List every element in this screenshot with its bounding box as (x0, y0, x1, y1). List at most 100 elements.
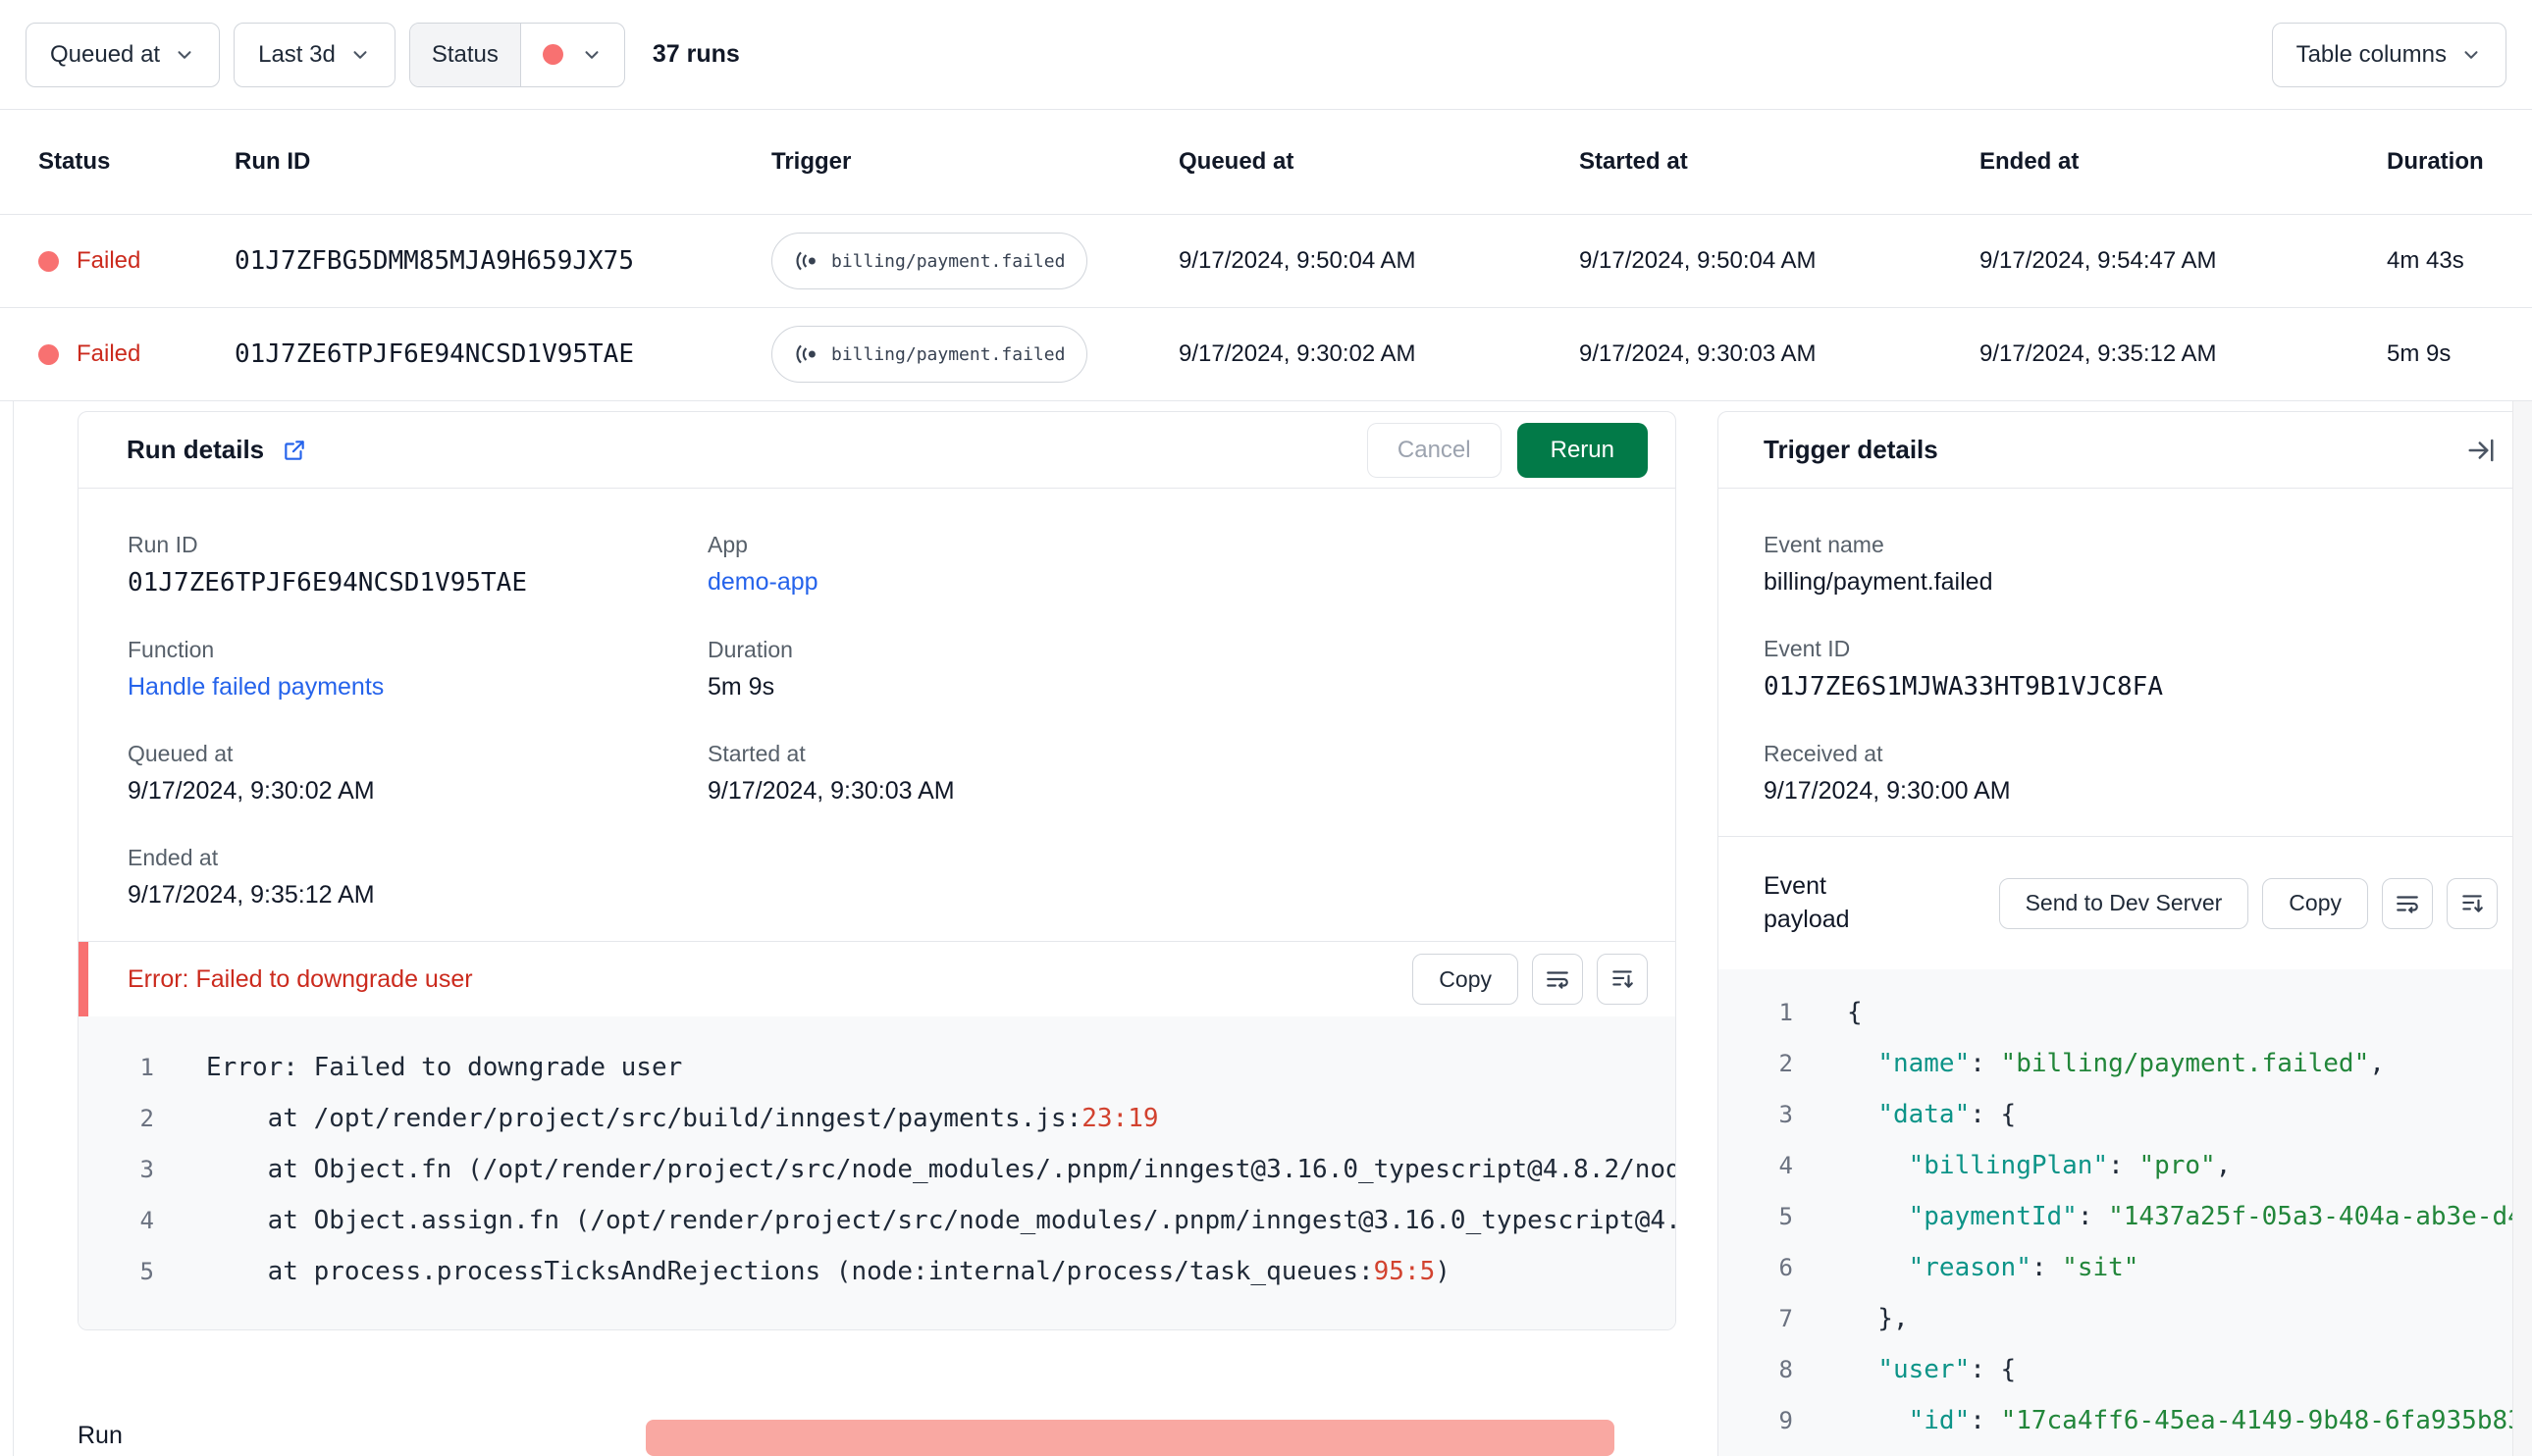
line-number: 4 (1778, 1152, 1793, 1179)
line-number: 5 (1778, 1203, 1793, 1230)
code-text: "id": "17ca4ff6-45ea-4149-9b48-6fa935b83… (1908, 1406, 2531, 1435)
code-line: 4 at Object.assign.fn (/opt/render/proje… (79, 1195, 1675, 1246)
line-number: 2 (139, 1105, 154, 1132)
column-header-status[interactable]: Status (0, 148, 235, 176)
table-columns-button[interactable]: Table columns (2271, 22, 2506, 87)
code-text: at process.processTicksAndRejections (no… (206, 1257, 1451, 1286)
code-line: 6 "reason": "sit" (1718, 1242, 2531, 1293)
wrap-text-icon-button[interactable] (1532, 954, 1583, 1005)
send-to-dev-server-button[interactable]: Send to Dev Server (1998, 877, 2249, 929)
status-failed-dot-icon (542, 44, 563, 65)
expand-lines-icon-button[interactable] (1597, 954, 1648, 1005)
column-header-started-at[interactable]: Started at (1579, 148, 1979, 176)
run-details-panel: Run details Cancel Rerun Run ID 01J7ZE6T… (78, 411, 1676, 1330)
column-header-duration[interactable]: Duration (2387, 148, 2532, 176)
line-number: 3 (139, 1156, 154, 1183)
code-text: at Object.assign.fn (/opt/render/project… (267, 1206, 1675, 1235)
chevron-down-icon (178, 50, 191, 59)
status-label: Failed (77, 247, 141, 274)
run-id-cell[interactable]: 01J7ZFBG5DMM85MJA9H659JX75 (235, 246, 771, 276)
started-at-field: Started at 9/17/2024, 9:30:03 AM (708, 741, 1675, 806)
error-header: Error: Failed to downgrade user Copy (79, 942, 1675, 1016)
status-cell: Failed (0, 247, 235, 275)
duration-field: Duration 5m 9s (708, 637, 1675, 702)
event-name-value: billing/payment.failed (1764, 568, 1993, 596)
line-number: 1 (139, 1054, 154, 1081)
run-details-fields: Run ID 01J7ZE6TPJF6E94NCSD1V95TAE App de… (79, 489, 1675, 949)
line-number: 10 (1718, 1446, 1793, 1456)
code-text: } (1847, 1446, 1893, 1456)
timeline-run-label: Run (78, 1422, 123, 1449)
function-label: Function (128, 637, 215, 662)
function-link[interactable]: Handle failed payments (128, 673, 384, 701)
error-stack-code: 1 Error: Failed to downgrade user 2 at /op… (79, 1016, 1675, 1329)
ended-at-label: Ended at (128, 845, 219, 870)
failed-dot-icon (38, 250, 59, 272)
code-text: "name": "billing/payment.failed", (1877, 1049, 2385, 1078)
run-id-cell[interactable]: 01J7ZE6TPJF6E94NCSD1V95TAE (235, 339, 771, 369)
time-range-filter-button[interactable]: Last 3d (234, 22, 396, 87)
table-row[interactable]: Failed 01J7ZE6TPJF6E94NCSD1V95TAE billin… (0, 308, 2532, 401)
event-id-field: Event ID 01J7ZE6S1MJWA33HT9B1VJC8FA (1764, 636, 2531, 702)
queued-at-cell: 9/17/2024, 9:50:04 AM (1179, 247, 1416, 274)
runs-page: Queued at Last 3d Status 37 runs Table c… (0, 0, 2532, 1456)
line-number: 3 (1778, 1101, 1793, 1128)
line-number: 2 (1778, 1050, 1793, 1077)
ended-at-value: 9/17/2024, 9:35:12 AM (128, 881, 375, 909)
external-link-icon[interactable] (282, 438, 307, 463)
duration-label: Duration (708, 637, 793, 662)
column-header-ended-at[interactable]: Ended at (1979, 148, 2387, 176)
code-line: 9 "id": "17ca4ff6-45ea-4149-9b48-6fa935b… (1718, 1395, 2531, 1446)
code-text: "user": { (1877, 1355, 2017, 1384)
trigger-pill[interactable]: billing/payment.failed (771, 326, 1088, 383)
copy-payload-button[interactable]: Copy (2262, 877, 2368, 929)
chevron-down-icon (585, 50, 599, 59)
expand-lines-icon-button[interactable] (2447, 877, 2498, 929)
ended-at-cell: 9/17/2024, 9:35:12 AM (1979, 340, 2217, 367)
expand-lines-icon (2462, 894, 2483, 912)
expanded-row-divider (13, 401, 14, 1456)
run-details-title: Run details (127, 435, 265, 464)
event-name-label: Event name (1764, 532, 1884, 557)
rerun-button[interactable]: Rerun (1516, 422, 1648, 478)
app-field: App demo-app (708, 532, 1675, 598)
app-link[interactable]: demo-app (708, 568, 818, 596)
column-header-trigger[interactable]: Trigger (771, 148, 1179, 176)
code-line: 10 } (1718, 1446, 2531, 1456)
status-label: Failed (77, 340, 141, 367)
line-number: 8 (1778, 1356, 1793, 1383)
event-name-field: Event name billing/payment.failed (1764, 532, 2531, 597)
queued-at-filter-label: Queued at (50, 40, 161, 68)
cancel-button[interactable]: Cancel (1366, 422, 1502, 478)
ended-at-cell: 9/17/2024, 9:54:47 AM (1979, 247, 2217, 274)
code-line: 4 "billingPlan": "pro", (1718, 1140, 2531, 1191)
status-cell: Failed (0, 340, 235, 368)
vertical-scrollbar[interactable] (2512, 401, 2532, 1456)
started-at-cell: 9/17/2024, 9:50:04 AM (1579, 247, 1817, 274)
collapse-panel-icon[interactable] (2466, 436, 2496, 465)
line-number: 1 (1778, 999, 1793, 1026)
timeline-run-bar[interactable] (646, 1420, 1614, 1456)
copy-error-button[interactable]: Copy (1412, 954, 1518, 1005)
event-payload-section: Event payload Send to Dev Server Copy 1{… (1718, 836, 2531, 1456)
code-line: 2 "name": "billing/payment.failed", (1718, 1038, 2531, 1089)
table-row[interactable]: Failed 01J7ZFBG5DMM85MJA9H659JX75 billin… (0, 215, 2532, 308)
code-line: 5 at process.processTicksAndRejections (… (79, 1246, 1675, 1297)
code-text: Error: Failed to downgrade user (206, 1053, 683, 1082)
status-filter[interactable]: Status (408, 22, 625, 87)
code-text: "paymentId": "1437a25f-05a3-404a-ab3e-d4… (1908, 1202, 2531, 1231)
run-id-value: 01J7ZE6TPJF6E94NCSD1V95TAE (128, 568, 527, 598)
code-line: 8 "user": { (1718, 1344, 2531, 1395)
queued-at-value: 9/17/2024, 9:30:02 AM (128, 777, 375, 805)
received-at-label: Received at (1764, 741, 1883, 766)
code-text: { (1847, 998, 1863, 1027)
run-details-header: Run details Cancel Rerun (79, 412, 1675, 489)
status-filter-value[interactable] (521, 24, 624, 86)
wrap-text-icon-button[interactable] (2382, 877, 2433, 929)
queued-at-filter-button[interactable]: Queued at (26, 22, 221, 87)
column-header-queued-at[interactable]: Queued at (1179, 148, 1579, 176)
column-header-run-id[interactable]: Run ID (235, 148, 771, 176)
code-text: "billingPlan": "pro", (1908, 1151, 2232, 1180)
trigger-pill[interactable]: billing/payment.failed (771, 233, 1088, 289)
runs-count: 37 runs (652, 40, 740, 68)
